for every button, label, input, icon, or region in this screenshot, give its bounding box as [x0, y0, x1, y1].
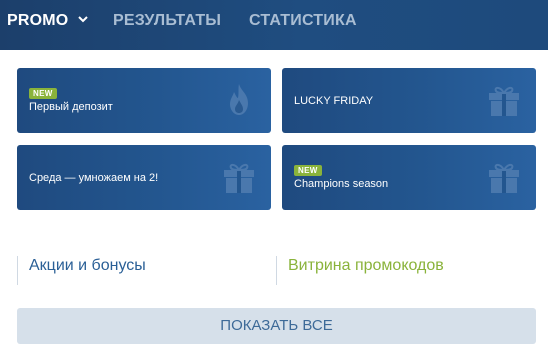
- promo-card-title: Champions season: [294, 178, 389, 190]
- promo-card-wednesday[interactable]: Среда — умножаем на 2!: [17, 145, 271, 210]
- gift-icon: [489, 86, 519, 116]
- chevron-down-icon: [78, 16, 88, 23]
- new-badge: NEW: [29, 88, 57, 99]
- promo-card-first-deposit[interactable]: NEW Первый депозит: [17, 68, 271, 133]
- flame-icon: [230, 84, 248, 115]
- show-all-button[interactable]: ПОКАЗАТЬ ВСЕ: [17, 308, 536, 344]
- tab-promo[interactable]: PROMO: [7, 0, 89, 42]
- promo-card-champions-season[interactable]: NEW Champions season: [282, 145, 536, 210]
- new-badge: NEW: [294, 165, 322, 176]
- top-navigation: PROMO РЕЗУЛЬТАТЫ СТАТИСТИКА: [0, 0, 548, 50]
- tab-results[interactable]: РЕЗУЛЬТАТЫ: [113, 0, 221, 42]
- promotions-link[interactable]: Акции и бонусы: [17, 256, 146, 285]
- gift-icon: [489, 163, 519, 193]
- tab-promo-label: PROMO: [7, 12, 69, 29]
- promo-codes-link[interactable]: Витрина промокодов: [276, 256, 444, 285]
- promo-card-title: Первый депозит: [29, 101, 113, 113]
- gift-icon: [224, 163, 254, 193]
- tab-statistics[interactable]: СТАТИСТИКА: [249, 0, 357, 42]
- promo-card-title: LUCKY FRIDAY: [294, 95, 374, 107]
- promo-card-lucky-friday[interactable]: LUCKY FRIDAY: [282, 68, 536, 133]
- promo-card-title: Среда — умножаем на 2!: [29, 172, 159, 184]
